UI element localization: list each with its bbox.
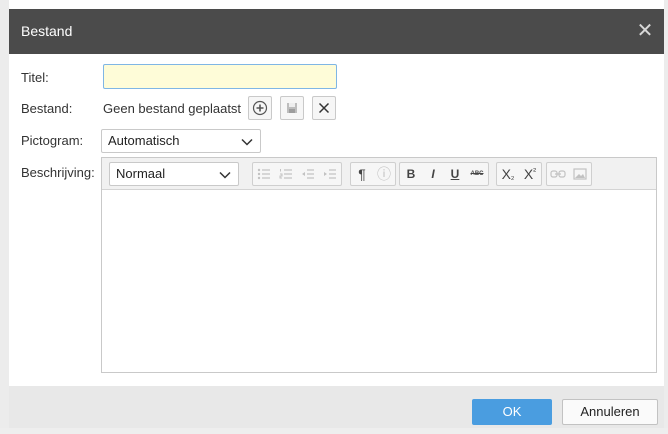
image-icon <box>573 168 587 180</box>
paragraph-icon: ¶ <box>358 166 366 182</box>
remove-file-button[interactable] <box>312 96 336 120</box>
subscript-button[interactable]: X₂ <box>497 163 519 185</box>
image-button[interactable] <box>569 163 591 185</box>
beschrijving-label: Beschrijving: <box>21 165 95 180</box>
indent-button[interactable] <box>319 163 341 185</box>
upload-icon <box>252 100 268 116</box>
numbered-list-icon <box>279 169 292 179</box>
background-left <box>0 0 9 434</box>
bestand-status: Geen bestand geplaatst <box>103 101 242 116</box>
superscript-icon: X² <box>523 166 537 182</box>
script-toolbar-group: X₂ X² <box>496 162 542 186</box>
dialog-titlebar: Bestand ✕ <box>9 9 664 54</box>
remove-icon <box>318 102 330 114</box>
info-icon: ⓘ <box>377 166 391 182</box>
pictogram-select-value: Automatisch <box>108 133 180 148</box>
file-dialog: Bestand ✕ Titel: Bestand: Geen bestand g… <box>9 9 664 428</box>
bulleted-list-button[interactable] <box>253 163 275 185</box>
editor-toolbar: Normaal ¶ ⓘ B I U ABC X₂ X² <box>102 158 656 190</box>
outdent-button[interactable] <box>297 163 319 185</box>
list-toolbar-group <box>252 162 342 186</box>
underline-icon: U <box>450 167 460 181</box>
pictogram-select[interactable]: Automatisch <box>101 129 261 153</box>
subscript-icon: X₂ <box>501 166 515 182</box>
rich-text-editor: Normaal ¶ ⓘ B I U ABC X₂ X² <box>101 157 657 373</box>
background-bottom <box>0 428 668 434</box>
save-icon <box>287 103 297 113</box>
indent-icon <box>324 169 336 179</box>
ok-button[interactable]: OK <box>472 399 552 425</box>
bold-icon: B <box>406 167 416 181</box>
chevron-down-icon <box>219 171 231 179</box>
background-right <box>664 0 668 434</box>
save-file-button[interactable] <box>280 96 304 120</box>
insert-toolbar-group <box>546 162 592 186</box>
underline-button[interactable]: U <box>444 163 466 185</box>
link-button[interactable] <box>547 163 569 185</box>
close-icon[interactable]: ✕ <box>634 20 656 42</box>
info-button[interactable]: ⓘ <box>373 163 395 185</box>
bulleted-list-icon <box>257 168 270 180</box>
strikethrough-button[interactable]: ABC <box>466 163 488 185</box>
italic-icon: I <box>431 167 435 181</box>
background-top <box>0 0 668 9</box>
formatting-toolbar-group: B I U ABC <box>399 162 489 186</box>
pictogram-label: Pictogram: <box>21 133 84 148</box>
bold-button[interactable]: B <box>400 163 422 185</box>
titel-label: Titel: <box>21 70 49 85</box>
editor-content-area[interactable] <box>102 191 656 372</box>
paragraph-toolbar-group: ¶ ⓘ <box>350 162 396 186</box>
chevron-down-icon <box>241 138 253 146</box>
outdent-icon <box>302 169 314 179</box>
italic-button[interactable]: I <box>422 163 444 185</box>
titel-input[interactable] <box>103 64 337 89</box>
cancel-button[interactable]: Annuleren <box>562 399 658 425</box>
dialog-title: Bestand <box>21 23 73 39</box>
numbered-list-button[interactable] <box>275 163 297 185</box>
superscript-button[interactable]: X² <box>519 163 541 185</box>
strikethrough-icon: ABC <box>470 171 484 177</box>
format-select-value: Normaal <box>116 166 166 181</box>
paragraph-button[interactable]: ¶ <box>351 163 373 185</box>
upload-button[interactable] <box>248 96 272 120</box>
link-icon <box>550 170 566 178</box>
bestand-label: Bestand: <box>21 101 73 116</box>
dialog-footer: OK Annuleren <box>9 386 664 428</box>
format-select[interactable]: Normaal <box>109 162 239 186</box>
